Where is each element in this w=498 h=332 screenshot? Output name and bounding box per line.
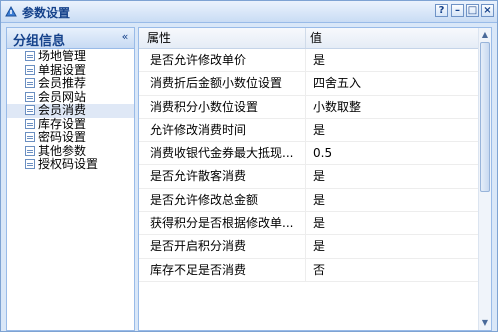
value-cell[interactable]: 是 bbox=[306, 119, 479, 141]
tree-item-selected[interactable]: 会员消费 bbox=[7, 104, 134, 118]
column-header-property[interactable]: 属性 bbox=[139, 28, 306, 48]
grid-header: 属性 值 bbox=[139, 28, 479, 49]
tree-item[interactable]: 会员网站 bbox=[7, 89, 134, 105]
group-tree: 场地管理 单据设置 会员推荐 会员网站 会员消费 库存设置 密码设置 其他参数 … bbox=[7, 49, 134, 172]
vertical-scrollbar[interactable]: ▲ ▼ bbox=[478, 28, 491, 330]
tree-item-label: 密码设置 bbox=[38, 130, 87, 144]
value-cell[interactable]: 0.5 bbox=[306, 142, 479, 164]
value-cell[interactable]: 是 bbox=[306, 235, 479, 257]
tree-item[interactable]: 库存设置 bbox=[7, 116, 134, 132]
table-row[interactable]: 是否允许修改总金额是 bbox=[139, 188, 479, 213]
window-app-icon bbox=[5, 5, 17, 17]
list-icon bbox=[25, 105, 35, 115]
list-icon bbox=[25, 159, 35, 169]
scroll-down-icon[interactable]: ▼ bbox=[479, 317, 491, 329]
list-icon bbox=[25, 91, 35, 102]
tree-item[interactable]: 场地管理 bbox=[7, 50, 134, 64]
grid-rows: 是否允许修改单价是 消费折后金额小数位设置 四舍五入 消费积分小数位设置 小数取整 … bbox=[139, 49, 479, 282]
group-panel-header: 分组信息 « bbox=[7, 28, 134, 49]
property-grid: 属性 值 是否允许修改单价是 消费折后金额小数位设置 四舍五入 消费积分小数位设置… bbox=[138, 27, 492, 331]
maximize-button[interactable]: □ bbox=[466, 4, 479, 17]
tree-item-label: 库存设置 bbox=[38, 116, 87, 131]
help-button[interactable]: ? bbox=[435, 4, 448, 17]
property-cell: 库存不足是否消费 bbox=[139, 258, 306, 281]
tree-item-label: 授权码设置 bbox=[38, 157, 99, 171]
property-cell: 是否允许修改总金额 bbox=[139, 188, 306, 212]
tree-item[interactable]: 其他参数 bbox=[7, 143, 134, 159]
list-icon bbox=[25, 64, 35, 75]
property-cell: 消费折后金额小数位设置 bbox=[139, 72, 306, 95]
close-button[interactable]: × bbox=[481, 4, 494, 17]
property-cell: 是否开启积分消费 bbox=[139, 235, 306, 258]
scrollbar-thumb[interactable] bbox=[480, 42, 490, 192]
settings-window: 参数设置 ? – □ × 分组信息 « 场地管理 单据设置 会员推荐 会员网站 … bbox=[0, 0, 498, 332]
tree-item[interactable]: 单据设置 bbox=[7, 62, 134, 78]
tree-item-label: 会员网站 bbox=[38, 89, 87, 104]
group-panel: 分组信息 « 场地管理 单据设置 会员推荐 会员网站 会员消费 库存设置 密码设… bbox=[6, 27, 135, 331]
property-cell: 消费收银代金券最大抵现... bbox=[139, 142, 306, 165]
tree-item-label: 其他参数 bbox=[38, 143, 87, 158]
table-row[interactable]: 消费积分小数位设置 小数取整 bbox=[139, 95, 479, 119]
scroll-up-icon[interactable]: ▲ bbox=[479, 29, 491, 41]
tree-item-label: 单据设置 bbox=[38, 62, 87, 77]
list-icon bbox=[25, 132, 35, 142]
table-row[interactable]: 是否允许散客消费是 bbox=[139, 165, 479, 189]
table-row[interactable]: 获得积分是否根据修改单... 是 bbox=[139, 212, 479, 236]
property-cell: 消费积分小数位设置 bbox=[139, 95, 306, 118]
tree-item[interactable]: 授权码设置 bbox=[7, 158, 134, 172]
list-icon bbox=[25, 51, 35, 61]
property-cell: 是否允许散客消费 bbox=[139, 165, 306, 188]
value-cell[interactable]: 四舍五入 bbox=[306, 72, 479, 94]
tree-item-label: 场地管理 bbox=[38, 49, 87, 63]
value-cell[interactable]: 是 bbox=[306, 189, 479, 211]
list-icon bbox=[25, 145, 35, 156]
value-cell[interactable]: 是 bbox=[306, 49, 479, 71]
group-panel-title: 分组信息 bbox=[13, 34, 66, 49]
tree-item[interactable]: 密码设置 bbox=[7, 131, 134, 145]
value-cell[interactable]: 是 bbox=[306, 212, 479, 234]
value-cell[interactable]: 小数取整 bbox=[306, 96, 479, 118]
property-cell: 获得积分是否根据修改单... bbox=[139, 212, 306, 235]
list-icon bbox=[25, 78, 35, 88]
collapse-icon[interactable]: « bbox=[119, 31, 131, 43]
table-row[interactable]: 是否允许修改单价是 bbox=[139, 49, 479, 73]
tree-item-label: 会员消费 bbox=[38, 103, 87, 117]
tree-item[interactable]: 会员推荐 bbox=[7, 77, 134, 91]
title-bar: 参数设置 ? – □ × bbox=[1, 1, 497, 23]
table-row[interactable]: 消费折后金额小数位设置 四舍五入 bbox=[139, 72, 479, 96]
table-row[interactable]: 消费收银代金券最大抵现... 0.5 bbox=[139, 142, 479, 166]
tree-item-label: 会员推荐 bbox=[38, 76, 87, 90]
table-row[interactable]: 是否开启积分消费是 bbox=[139, 235, 479, 259]
table-row[interactable]: 允许修改消费时间是 bbox=[139, 118, 479, 143]
list-icon bbox=[25, 118, 35, 129]
window-title: 参数设置 bbox=[22, 6, 71, 20]
property-cell: 是否允许修改单价 bbox=[139, 49, 306, 72]
minimize-button[interactable]: – bbox=[451, 4, 464, 17]
value-cell[interactable]: 否 bbox=[306, 259, 479, 281]
property-cell: 允许修改消费时间 bbox=[139, 118, 306, 142]
column-header-value[interactable]: 值 bbox=[306, 28, 479, 48]
table-row[interactable]: 库存不足是否消费否 bbox=[139, 258, 479, 282]
value-cell[interactable]: 是 bbox=[306, 165, 479, 187]
